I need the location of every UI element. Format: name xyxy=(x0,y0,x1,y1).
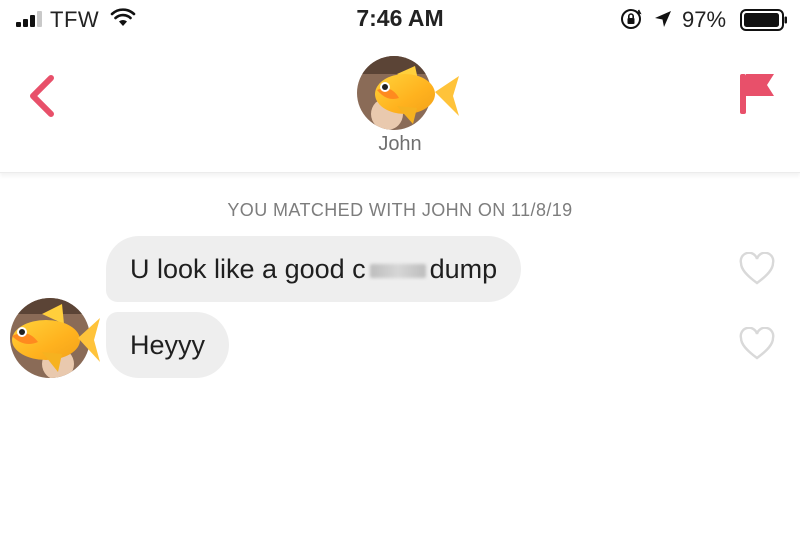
chat-header: John xyxy=(0,40,800,173)
like-heart-button[interactable] xyxy=(738,252,776,286)
back-button[interactable] xyxy=(22,72,62,120)
match-date-banner: YOU MATCHED WITH JOHN ON 11/8/19 xyxy=(227,200,573,220)
battery-icon xyxy=(740,9,787,31)
message-text: Heyyy xyxy=(130,330,206,360)
report-flag-button[interactable] xyxy=(736,70,778,118)
status-bar: TFW 7:46 AM 97% xyxy=(0,0,800,40)
censored-word-blur xyxy=(369,263,426,278)
message-bubble[interactable]: Heyyy xyxy=(106,312,230,378)
message-text-part: U look like a good c xyxy=(130,254,366,284)
status-time: 7:46 AM xyxy=(356,5,444,31)
sender-avatar[interactable] xyxy=(2,296,102,380)
location-arrow-icon xyxy=(655,11,671,27)
rotation-lock-icon xyxy=(621,9,642,29)
match-name: John xyxy=(378,133,422,155)
battery-percent: 97% xyxy=(682,7,727,32)
message-text-part: dump xyxy=(429,254,498,284)
message-bubble[interactable]: U look like a good c dump xyxy=(106,236,522,302)
chat-screen: TFW 7:46 AM 97% John YOU MATCHED WITH JO… xyxy=(0,0,800,551)
like-heart-button[interactable] xyxy=(738,327,776,361)
match-avatar[interactable] xyxy=(357,54,461,132)
